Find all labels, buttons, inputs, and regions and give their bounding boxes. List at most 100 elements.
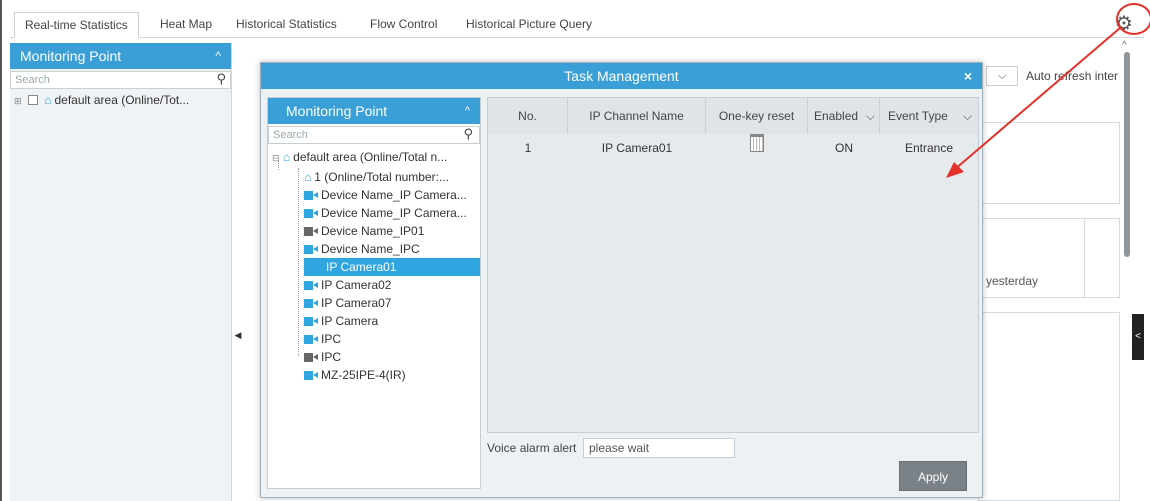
row-reset-cell — [706, 134, 808, 154]
dropdown-chevron-icon[interactable]: ⌵ — [963, 98, 972, 134]
tree-item-label: MZ-25IPE-4(IR) — [321, 368, 406, 382]
dropdown-chevron-icon[interactable]: ⌵ — [986, 66, 1018, 86]
tree-item[interactable]: IP Camera — [304, 312, 378, 330]
event-type-header-label: Event Type — [888, 109, 948, 123]
dialog-title: Task Management — [564, 68, 679, 84]
tab-bar: Real-time Statistics Heat Map Historical… — [10, 8, 1144, 38]
background-card — [1084, 218, 1120, 298]
task-management-dialog: Task Management × Monitoring Point ^ Sea… — [260, 62, 983, 498]
tree-header: Monitoring Point ^ — [268, 98, 480, 124]
apply-button[interactable]: Apply — [899, 461, 967, 491]
monitoring-point-panel: Monitoring Point ^ Search ⚲ ⊞ ⌂ default a… — [10, 43, 232, 501]
tab-real-time-statistics[interactable]: Real-time Statistics — [14, 12, 139, 38]
app-window: Real-time Statistics Heat Map Historical… — [0, 0, 1150, 501]
voice-alarm-label: Voice alarm alert — [487, 441, 577, 455]
tree-item[interactable]: ⊟ ⌂ default area (Online/Total n... — [272, 148, 447, 166]
camera-icon — [304, 317, 318, 326]
tree-item-label: IP Camera02 — [321, 278, 392, 292]
camera-icon — [304, 245, 318, 254]
row-event-type[interactable]: Entrance — [880, 138, 978, 158]
tree-item[interactable]: IPC — [304, 330, 341, 348]
collapse-chevron-icon[interactable]: ^ — [215, 43, 221, 69]
tree-item-label: 1 (Online/Total number:... — [314, 170, 449, 184]
search-icon[interactable]: ⚲ — [463, 126, 473, 142]
row-enabled[interactable]: ON — [808, 138, 880, 158]
house-icon: ⌂ — [304, 170, 312, 184]
tree-item-label: IPC — [321, 332, 342, 346]
row-channel-name: IP Camera01 — [601, 141, 673, 155]
search-placeholder: Search — [15, 74, 50, 86]
tree-item[interactable]: MZ-25IPE-4(IR) — [304, 366, 406, 384]
collapse-icon[interactable]: ⊟ — [272, 153, 280, 163]
search-placeholder: Search — [273, 129, 308, 141]
tree-title: Monitoring Point — [286, 103, 388, 119]
tree-item[interactable]: Device Name_IP01 — [304, 222, 424, 240]
house-icon: ⌂ — [44, 93, 52, 107]
tree-item[interactable]: ⌂ 1 (Online/Total number:... — [304, 168, 449, 186]
tree-item[interactable]: Device Name_IPC — [304, 240, 420, 258]
camera-icon — [304, 299, 318, 308]
background-panel — [978, 312, 1120, 501]
camera-offline-icon — [304, 227, 318, 236]
close-icon[interactable]: × — [964, 63, 972, 89]
column-header-enabled[interactable]: Enabled ⌵ — [808, 98, 880, 134]
expand-icon[interactable]: ⊞ — [14, 96, 22, 106]
search-icon[interactable]: ⚲ — [216, 71, 226, 87]
yesterday-label: yesterday — [986, 274, 1039, 288]
column-header-no: No. — [488, 98, 568, 134]
house-icon: ⌂ — [282, 150, 291, 164]
collapse-chevron-icon[interactable]: ^ — [465, 98, 470, 124]
tree-item-label: IP Camera01 — [326, 260, 397, 274]
tree-item-label: Device Name_IP Camera... — [321, 188, 467, 202]
camera-icon — [304, 191, 318, 200]
tree-item-label: Device Name_IPC — [321, 242, 420, 256]
tree-item-label: Device Name_IP Camera... — [321, 206, 467, 220]
column-header-channel: IP Channel Name — [568, 98, 706, 134]
camera-offline-icon — [304, 353, 318, 362]
collapse-right-handle-icon[interactable]: < — [1132, 314, 1144, 360]
camera-icon — [304, 209, 318, 218]
tree-item[interactable]: IPC — [304, 348, 341, 366]
auto-refresh-label: Auto refresh inter — [1026, 69, 1119, 83]
scrollbar-thumb[interactable] — [1124, 52, 1130, 257]
dialog-title-bar: Task Management × — [261, 63, 982, 89]
trash-icon[interactable] — [750, 134, 764, 152]
tree-item-label: default area (Online/Total n... — [293, 150, 448, 164]
dialog-monitoring-tree: Monitoring Point ^ Search ⚲ ⊟ ⌂ default a… — [267, 97, 481, 489]
camera-icon — [304, 335, 318, 344]
tree-search-input[interactable]: Search ⚲ — [268, 126, 480, 144]
column-header-event-type[interactable]: Event Type ⌵ — [880, 98, 978, 134]
enabled-header-label: Enabled — [814, 109, 859, 123]
tree-item-label: IP Camera07 — [321, 296, 392, 310]
annotation-circle — [1116, 3, 1150, 35]
scroll-up-icon[interactable]: ^ — [1122, 40, 1127, 51]
background-panel — [978, 122, 1120, 204]
tree-item-label: IPC — [321, 350, 342, 364]
dropdown-chevron-icon[interactable]: ⌵ — [866, 98, 875, 134]
tree-connector — [298, 168, 299, 356]
tree-root-item[interactable]: ⊞ ⌂ default area (Online/Tot... — [10, 91, 231, 109]
row-no: 1 — [524, 141, 532, 155]
tree-item[interactable]: IP Camera02 — [304, 276, 391, 294]
tree-item[interactable]: Device Name_IP Camera... — [304, 204, 467, 222]
tree-item-label: Device Name_IP01 — [321, 224, 425, 238]
tab-historical-statistics[interactable]: Historical Statistics — [226, 12, 347, 38]
search-input[interactable]: Search ⚲ — [10, 71, 231, 89]
tree-item-selected[interactable]: IP Camera01 — [304, 258, 480, 276]
tree-root-label: default area (Online/Tot... — [54, 93, 190, 107]
column-header-reset: One-key reset — [706, 98, 808, 134]
panel-header: Monitoring Point ^ — [10, 43, 231, 69]
voice-alarm-select[interactable]: please wait — [583, 438, 735, 458]
tab-heat-map[interactable]: Heat Map — [150, 12, 222, 38]
tree-item-label: IP Camera — [321, 314, 379, 328]
checkbox[interactable] — [27, 95, 38, 105]
collapse-left-handle-icon[interactable]: ◀ — [234, 320, 242, 350]
tree-item[interactable]: Device Name_IP Camera... — [304, 186, 467, 204]
camera-icon — [304, 281, 318, 290]
camera-icon — [304, 371, 318, 380]
task-table: No. IP Channel Name One-key reset Enable… — [487, 97, 979, 433]
tab-flow-control[interactable]: Flow Control — [360, 12, 447, 38]
tree-item[interactable]: IP Camera07 — [304, 294, 391, 312]
panel-title: Monitoring Point — [20, 48, 122, 64]
tab-historical-picture-query[interactable]: Historical Picture Query — [456, 12, 602, 38]
